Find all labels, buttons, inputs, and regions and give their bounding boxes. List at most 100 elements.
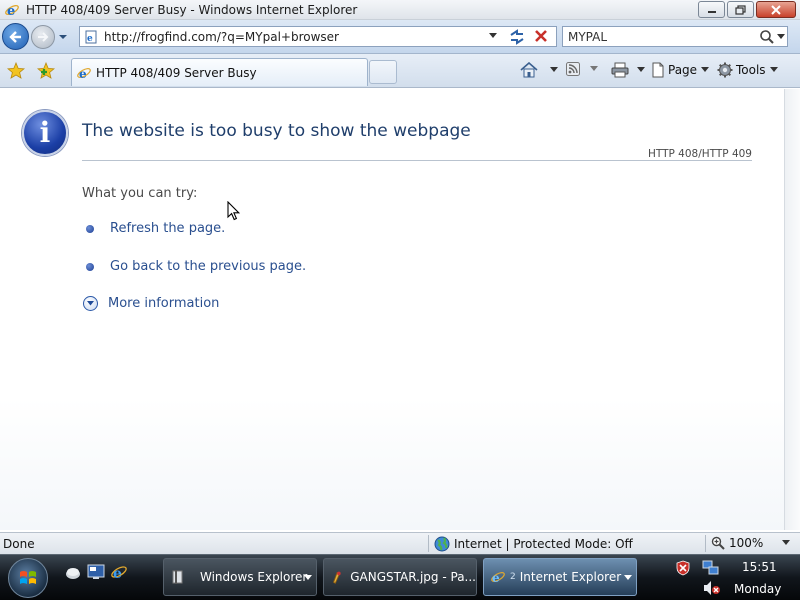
quick-launch-ball-icon[interactable] (64, 563, 82, 581)
new-tab-button[interactable] (369, 60, 397, 84)
navigation-bar: e http://frogfind.com/?q=MYpal+browser M… (0, 20, 800, 54)
minimize-button[interactable] (698, 1, 725, 18)
arrow-left-icon (8, 30, 21, 43)
gear-icon (717, 62, 733, 78)
vertical-scrollbar[interactable] (784, 89, 800, 530)
security-zone-label: Internet | Protected Mode: Off (454, 537, 633, 551)
address-bar[interactable]: e http://frogfind.com/?q=MYpal+browser (79, 26, 557, 47)
taskbar: e Windows Explorer GANGSTAR.jpg - Pa... … (0, 554, 800, 600)
internet-explorer-icon: e (491, 571, 505, 585)
taskbar-group-count: 2 (510, 572, 516, 582)
taskbar-item-paint[interactable]: GANGSTAR.jpg - Pa... (323, 558, 477, 596)
add-to-favorites-icon[interactable] (37, 62, 55, 80)
chevron-down-icon[interactable] (589, 65, 599, 73)
globe-icon (434, 536, 450, 552)
page-menu-button[interactable]: Page (651, 62, 710, 78)
restore-icon (734, 4, 746, 15)
search-options-dropdown-icon[interactable] (777, 34, 785, 40)
tools-menu-label: Tools (736, 63, 766, 77)
minimize-icon (707, 10, 716, 13)
chevron-down-icon (769, 67, 778, 72)
svg-text:e: e (113, 566, 122, 581)
divider (82, 160, 752, 161)
status-text: Done (3, 537, 35, 551)
close-button[interactable] (756, 1, 796, 18)
home-button[interactable] (520, 62, 559, 78)
bullet-icon (86, 262, 94, 271)
page-menu-icon (652, 62, 664, 78)
search-icon[interactable] (759, 29, 775, 45)
taskbar-item-internet-explorer[interactable]: e 2 Internet Explorer (483, 558, 637, 596)
zoom-level: 100% (729, 536, 764, 550)
window-title: HTTP 408/409 Server Busy - Windows Inter… (26, 2, 358, 17)
taskbar-item-label: GANGSTAR.jpg - Pa... (350, 570, 476, 584)
internet-explorer-quicklaunch-icon[interactable]: e (110, 563, 128, 581)
address-url[interactable]: http://frogfind.com/?q=MYpal+browser (104, 30, 339, 44)
search-input[interactable]: MYPAL (568, 30, 607, 44)
favorites-center-star-icon[interactable] (7, 62, 25, 80)
volume-muted-icon[interactable] (703, 580, 721, 596)
mouse-cursor-icon (227, 201, 241, 221)
security-alert-icon[interactable] (675, 560, 691, 576)
print-button[interactable] (611, 62, 646, 78)
chevron-down-icon[interactable] (83, 296, 98, 311)
chevron-down-icon[interactable] (636, 66, 646, 74)
status-bar: Done Internet | Protected Mode: Off 100% (0, 532, 800, 554)
start-button[interactable] (8, 558, 48, 598)
windows-logo-icon (20, 571, 36, 584)
network-icon[interactable] (702, 559, 720, 577)
taskbar-item-label: Windows Explorer (200, 570, 308, 584)
chevron-down-icon[interactable] (624, 575, 632, 581)
svg-text:e: e (87, 34, 93, 44)
clock-time[interactable]: 15:51 (742, 560, 777, 574)
title-bar: e HTTP 408/409 Server Busy - Windows Int… (0, 0, 800, 20)
window-controls (698, 1, 796, 18)
ie-logo-icon: e (5, 4, 19, 18)
feeds-button[interactable] (566, 62, 599, 76)
security-zone[interactable]: Internet | Protected Mode: Off (434, 536, 633, 552)
stop-icon[interactable] (534, 29, 548, 43)
svg-text:e: e (492, 571, 500, 585)
chevron-down-icon[interactable] (304, 575, 312, 581)
bullet-icon (86, 224, 94, 233)
info-icon: i (22, 110, 68, 156)
search-box[interactable]: MYPAL (562, 26, 788, 47)
back-button[interactable] (2, 23, 29, 50)
go-back-link[interactable]: Go back to the previous page. (110, 259, 306, 274)
rss-feed-icon (566, 62, 580, 76)
tab-active[interactable]: e HTTP 408/409 Server Busy (71, 58, 368, 86)
list-item: Go back to the previous page. (86, 259, 306, 274)
clock-day[interactable]: Monday (734, 582, 781, 596)
home-icon (520, 62, 538, 78)
page-icon: e (77, 67, 91, 81)
close-icon (771, 4, 781, 15)
taskbar-item-windows-explorer[interactable]: Windows Explorer (163, 558, 317, 596)
page-title: The website is too busy to show the webp… (82, 121, 471, 141)
tab-label: HTTP 408/409 Server Busy (96, 65, 257, 80)
svg-text:e: e (7, 4, 15, 18)
chevron-down-icon (701, 67, 710, 72)
status-separator (428, 535, 429, 552)
more-information-toggle[interactable]: More information (83, 296, 219, 311)
try-label: What you can try: (82, 186, 198, 201)
address-dropdown-icon[interactable] (488, 32, 498, 40)
maximize-button[interactable] (727, 1, 754, 18)
refresh-icon[interactable] (508, 29, 526, 45)
show-desktop-icon[interactable] (87, 563, 105, 581)
page-menu-label: Page (668, 63, 698, 77)
page-content: i The website is too busy to show the we… (0, 89, 784, 530)
svg-text:e: e (79, 67, 87, 81)
chevron-down-icon[interactable] (549, 66, 559, 74)
tab-command-bar: e HTTP 408/409 Server Busy Page Tools (0, 54, 800, 88)
chevron-down-icon[interactable] (781, 539, 791, 547)
refresh-page-link[interactable]: Refresh the page. (110, 221, 225, 236)
printer-icon (611, 62, 629, 78)
page-icon: e (85, 30, 97, 44)
zoom-icon (711, 536, 725, 550)
forward-button[interactable] (31, 25, 55, 49)
more-information-link[interactable]: More information (108, 296, 219, 311)
recent-pages-dropdown-icon[interactable] (58, 32, 68, 42)
zoom-control[interactable]: 100% (711, 536, 791, 550)
tools-menu-button[interactable]: Tools (717, 62, 779, 78)
error-code: HTTP 408/HTTP 409 (647, 148, 752, 160)
